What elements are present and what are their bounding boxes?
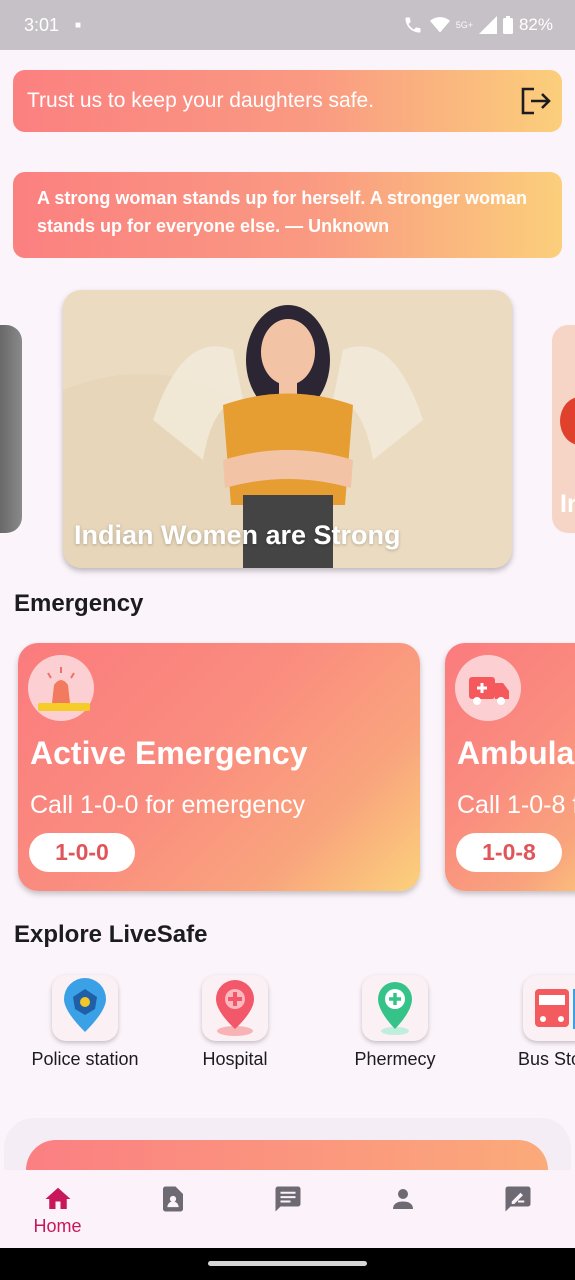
emergency-card-bg: Active Emergency Call 1-0-0 for emergenc… [18,643,420,891]
home-icon [45,1187,70,1209]
carousel-card-current[interactable]: Indian Women are Strong [63,290,512,568]
bottom-navigation: Home [0,1170,575,1248]
nav-contacts[interactable] [115,1170,230,1248]
pharmacy-icon [362,975,428,1041]
call-108-button[interactable]: 1-0-8 [456,833,562,872]
emergency-card-ambulance[interactable]: Ambula Call 1-0-8 f 1-0-8 [445,643,575,891]
status-bar: 3:01 ■ 5G+ 82% [0,0,575,50]
call-100-button[interactable]: 1-0-0 [29,833,135,872]
home-screen: 3:01 ■ 5G+ 82% Trust us to keep your dau… [0,0,575,1280]
nav-home-label: Home [33,1216,82,1236]
explore-bus-stop[interactable]: Bus Sto [515,975,575,1070]
status-right: 5G+ 82% [402,15,553,35]
bus-stop-icon [523,975,575,1041]
emergency-card-police[interactable]: Active Emergency Call 1-0-0 for emergenc… [18,643,420,891]
notification-icon: ■ [75,19,82,31]
chat-icon [275,1186,300,1212]
home-gesture-handle[interactable] [208,1261,367,1266]
hospital-icon [202,975,268,1041]
emergency-card-title: Active Emergency [30,735,308,771]
carousel-next-image [560,397,575,445]
wifi-icon [429,17,450,33]
battery-icon [502,16,513,34]
emergency-card-subtitle: Call 1-0-0 for emergency [30,791,306,819]
signal-icon [478,16,497,34]
nav-home[interactable]: Home [0,1170,115,1248]
network-type: 5G+ [455,20,473,30]
explore-section-title: Explore LiveSafe [14,921,208,948]
system-navigation-bar [0,1248,575,1280]
emergency-card-bg: Ambula Call 1-0-8 f 1-0-8 [445,643,575,891]
quote-banner: A strong woman stands up for herself. A … [13,172,562,258]
explore-police-station[interactable]: Police station [20,975,150,1070]
status-time: 3:01 [24,14,60,35]
review-icon [505,1186,530,1212]
carousel-card-prev[interactable] [0,325,22,533]
nav-chat[interactable] [230,1170,345,1248]
quote-text: A strong woman stands up for herself. A … [37,188,528,236]
nav-profile[interactable] [345,1170,460,1248]
tagline-text: Trust us to keep your daughters safe. [27,89,375,112]
carousel-card-next[interactable]: In [552,325,575,533]
explore-label: Bus Sto [518,1049,575,1069]
explore-label: Phermecy [354,1049,436,1069]
tagline-banner: Trust us to keep your daughters safe. [13,70,562,132]
battery-level: 82% [518,15,553,34]
explore-hospital[interactable]: Hospital [185,975,285,1070]
explore-pharmacy[interactable]: Phermecy [340,975,450,1070]
police-station-icon [52,975,118,1041]
ambulance-icon [455,655,521,721]
nav-review[interactable] [460,1170,575,1248]
emergency-card-subtitle: Call 1-0-8 f [457,791,575,819]
emergency-section-title: Emergency [14,590,144,617]
carousel-next-caption: In [560,490,575,518]
carousel-caption: Indian Women are Strong [74,520,401,550]
contacts-icon [162,1186,183,1212]
explore-label: Hospital [202,1049,268,1069]
emergency-card-title: Ambula [457,735,575,771]
wifi-call-icon [405,17,421,33]
profile-icon [392,1189,413,1209]
logout-icon[interactable] [520,86,552,116]
explore-label: Police station [31,1049,139,1069]
siren-icon [28,655,94,721]
